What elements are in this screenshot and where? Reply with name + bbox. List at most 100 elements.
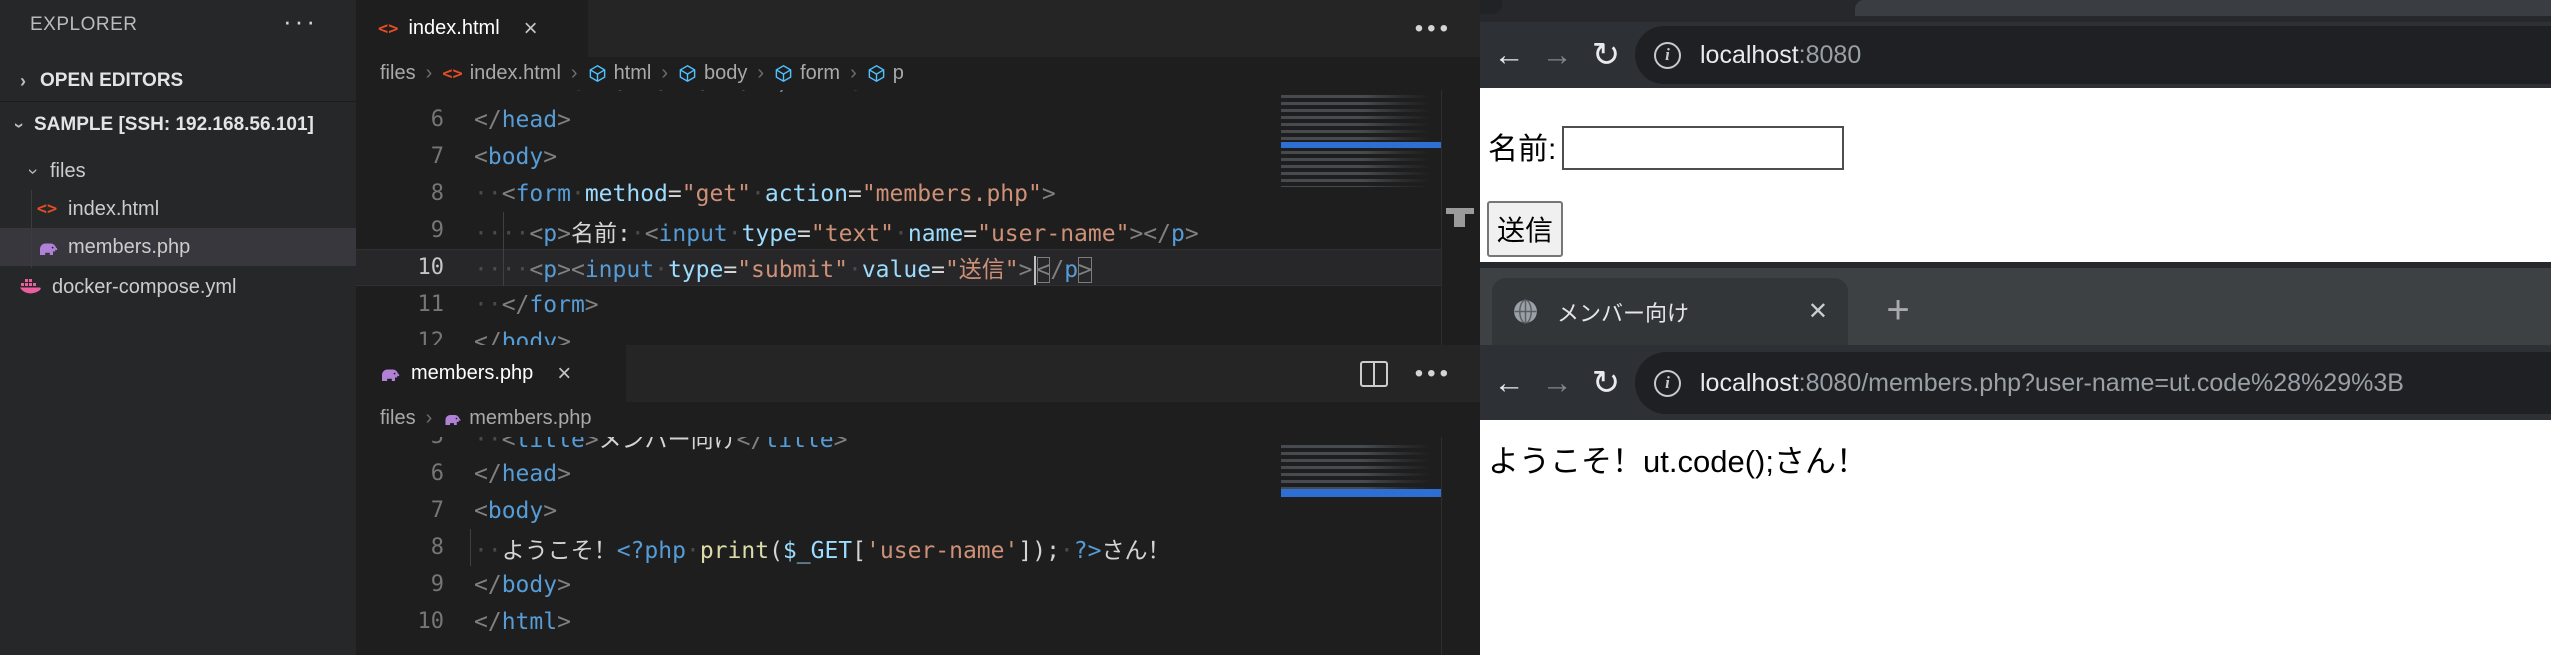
line-number: 8 bbox=[356, 535, 444, 560]
code-token: · bbox=[848, 257, 862, 283]
submit-button[interactable]: 送信 bbox=[1487, 201, 1563, 257]
reload-icon[interactable]: ↻ bbox=[1586, 35, 1626, 75]
site-info-icon[interactable]: i bbox=[1654, 370, 1681, 397]
back-icon[interactable]: ← bbox=[1489, 363, 1529, 403]
overview-ruler[interactable] bbox=[1441, 437, 1480, 655]
line-number: 5 bbox=[356, 437, 444, 449]
code-token: · bbox=[631, 221, 645, 247]
code-text: </head> bbox=[444, 461, 571, 487]
new-tab-icon[interactable]: + bbox=[1872, 284, 1924, 336]
code-token: name bbox=[908, 221, 963, 247]
editor-group-members-php: members.php × ••• files› members.php 5 ··… bbox=[356, 345, 1480, 655]
url-text: localhost:8080 bbox=[1700, 41, 1861, 70]
editor-more-actions-icon[interactable]: ••• bbox=[1415, 360, 1452, 388]
code-token: = bbox=[963, 221, 977, 247]
code-line[interactable]: 9</body> bbox=[356, 566, 1480, 603]
back-icon[interactable]: ← bbox=[1489, 35, 1529, 75]
file-label: index.html bbox=[68, 198, 159, 221]
code-token: > bbox=[557, 257, 571, 283]
code-token: ·· bbox=[474, 538, 502, 564]
code-line-current[interactable]: 10····<p><input·type="submit"·value="送信"… bbox=[356, 249, 1480, 286]
breadcrumb-item[interactable]: form bbox=[774, 62, 840, 85]
code-token: p bbox=[1171, 221, 1185, 247]
breadcrumb-item[interactable]: files bbox=[380, 407, 416, 430]
code-token: ようこそ！ bbox=[502, 538, 617, 564]
code-token: = bbox=[723, 257, 737, 283]
code-line[interactable]: 11··</form> bbox=[356, 286, 1480, 323]
code-token: form bbox=[516, 181, 571, 207]
breadcrumb-item[interactable]: members.php bbox=[442, 407, 591, 430]
code-line[interactable]: 10</html> bbox=[356, 603, 1480, 640]
overview-ruler[interactable] bbox=[1441, 90, 1480, 345]
breadcrumb-item[interactable]: body bbox=[678, 62, 747, 85]
code-token: > bbox=[585, 90, 599, 96]
sidebar-item-index-html[interactable]: <> index.html bbox=[0, 190, 356, 228]
code-token: ···· bbox=[474, 221, 529, 247]
browser-page: ようこそ！ut.code();さん！ bbox=[1480, 420, 2551, 655]
breadcrumb: files› members.php bbox=[380, 402, 592, 435]
indent-guide bbox=[503, 212, 504, 286]
code-token: body bbox=[502, 572, 557, 598]
reload-icon[interactable]: ↻ bbox=[1586, 363, 1626, 403]
site-info-icon[interactable]: i bbox=[1654, 42, 1681, 69]
explorer-more-actions-icon[interactable]: ··· bbox=[283, 6, 318, 37]
browser-tab-members[interactable]: メンバー向け ✕ bbox=[1492, 278, 1848, 345]
minimap[interactable] bbox=[1281, 445, 1441, 501]
line-number: 9 bbox=[356, 572, 444, 597]
browser-window-bottom: メンバー向け ✕ + ← → ↻ i localhost:8080/member… bbox=[1480, 262, 2551, 655]
code-token: ( bbox=[769, 538, 783, 564]
minimap[interactable] bbox=[1281, 95, 1441, 205]
tab-label: members.php bbox=[411, 362, 533, 385]
code-token: ·· bbox=[474, 437, 502, 453]
symbol-cube-icon bbox=[867, 64, 886, 83]
code-token: > bbox=[557, 572, 571, 598]
code-line[interactable]: 9····<p>名前:·<input·type="text"·name="use… bbox=[356, 212, 1480, 249]
code-token: title bbox=[764, 437, 833, 453]
breadcrumb-item[interactable]: html bbox=[588, 62, 652, 85]
code-token: < bbox=[502, 181, 516, 207]
code-token: title bbox=[516, 90, 585, 96]
minimap-code bbox=[1281, 445, 1431, 491]
code-token: < bbox=[571, 257, 585, 283]
tab-members-php[interactable]: members.php × bbox=[356, 345, 626, 402]
sidebar-item-members-php[interactable]: members.php bbox=[0, 228, 356, 266]
code-token: "members.php" bbox=[862, 181, 1042, 207]
close-tab-icon[interactable]: ✕ bbox=[1808, 297, 1828, 326]
code-token: さん！ bbox=[1101, 538, 1170, 564]
code-token: </ bbox=[474, 329, 502, 346]
code-token: < bbox=[474, 144, 488, 170]
code-token: p bbox=[543, 257, 557, 283]
close-tab-icon[interactable]: × bbox=[557, 360, 571, 388]
split-editor-icon[interactable] bbox=[1359, 360, 1389, 388]
forward-icon: → bbox=[1537, 35, 1577, 75]
code-token: p bbox=[1064, 257, 1078, 283]
code-token: [ bbox=[852, 538, 866, 564]
folder-label: files bbox=[50, 160, 86, 183]
sidebar-item-files-folder[interactable]: › files bbox=[0, 152, 356, 190]
name-input[interactable] bbox=[1562, 126, 1844, 170]
breadcrumb-item[interactable]: files bbox=[380, 62, 416, 85]
code-line[interactable]: 8··ようこそ！<?php·print($_GET['user-name']);… bbox=[356, 529, 1480, 566]
code-token: p bbox=[543, 221, 557, 247]
code-token: > bbox=[585, 437, 599, 453]
code-text: ··<title>メンバー向け</title> bbox=[444, 437, 847, 454]
code-token: $_GET bbox=[783, 538, 852, 564]
code-token: < bbox=[474, 498, 488, 524]
code-token: "user-name" bbox=[977, 221, 1129, 247]
code-token: > bbox=[1019, 257, 1033, 283]
workspace-section[interactable]: › SAMPLE [SSH: 192.168.56.101] bbox=[0, 106, 356, 144]
code-token: "送信" bbox=[945, 257, 1019, 283]
line-number: 7 bbox=[356, 144, 444, 169]
code-text: </html> bbox=[444, 609, 571, 635]
address-bar[interactable]: i localhost:8080/members.php?user-name=u… bbox=[1635, 352, 2551, 414]
sidebar-item-docker-compose[interactable]: docker-compose.yml bbox=[0, 268, 356, 306]
breadcrumb-item[interactable]: p bbox=[867, 62, 904, 85]
code-token: ·· bbox=[474, 181, 502, 207]
code-line[interactable]: 12</body> bbox=[356, 323, 1480, 345]
open-editors-section[interactable]: › OPEN EDITORS bbox=[0, 62, 356, 100]
tab-index-html[interactable]: <> index.html × bbox=[356, 0, 588, 57]
breadcrumb-item[interactable]: <>index.html bbox=[442, 62, 561, 85]
close-tab-icon[interactable]: × bbox=[524, 15, 538, 43]
address-bar[interactable]: i localhost:8080 bbox=[1635, 26, 2551, 84]
editor-more-actions-icon[interactable]: ••• bbox=[1415, 15, 1452, 43]
